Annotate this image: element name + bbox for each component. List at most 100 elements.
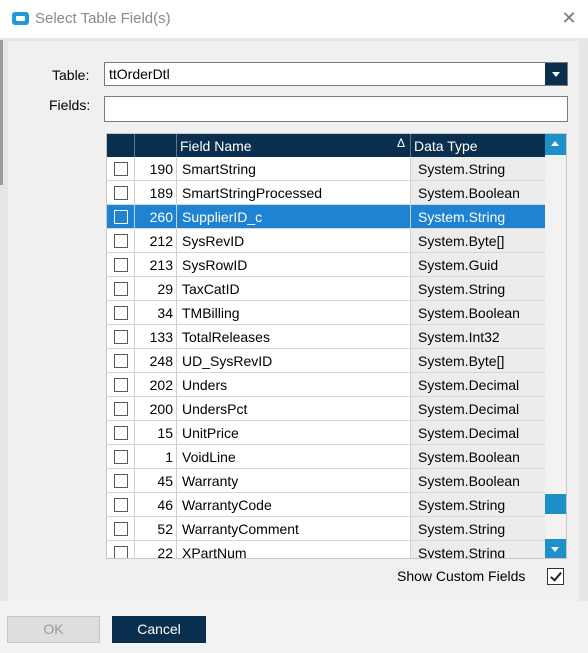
table-row[interactable]: 213 SysRowID System.Guid: [107, 253, 545, 277]
chevron-down-icon[interactable]: [545, 63, 567, 85]
close-icon[interactable]: ✕: [560, 8, 578, 28]
row-checkbox[interactable]: [114, 378, 128, 392]
row-field-name: Unders: [182, 377, 228, 393]
row-data-type: System.Boolean: [411, 301, 545, 325]
column-divider: [176, 157, 177, 181]
row-field-name: TMBilling: [182, 305, 240, 321]
grid-scrollbar[interactable]: [545, 134, 566, 558]
row-checkbox[interactable]: [114, 450, 128, 464]
row-field-number: 200: [149, 401, 173, 417]
table-row[interactable]: 212 SysRevID System.Byte[]: [107, 229, 545, 253]
table-row[interactable]: 133 TotalReleases System.Int32: [107, 325, 545, 349]
table-row[interactable]: 260 SupplierID_c System.String: [107, 205, 545, 229]
column-divider: [176, 277, 177, 301]
row-field-name: UD_SysRevID: [182, 353, 273, 369]
cancel-button[interactable]: Cancel: [112, 616, 206, 643]
table-row[interactable]: 189 SmartStringProcessed System.Boolean: [107, 181, 545, 205]
scroll-up-icon[interactable]: [545, 134, 566, 155]
column-divider: [176, 229, 177, 253]
table-row[interactable]: 1 VoidLine System.Boolean: [107, 445, 545, 469]
row-field-name: SmartString: [182, 161, 256, 177]
fields-label: Fields:: [49, 97, 91, 113]
title-bar: Select Table Field(s) ✕: [0, 0, 588, 38]
row-data-type: System.String: [411, 205, 545, 229]
row-checkbox[interactable]: [114, 162, 128, 176]
row-data-type: System.Int32: [411, 325, 545, 349]
table-row[interactable]: 45 Warranty System.Boolean: [107, 469, 545, 493]
row-field-number: 34: [157, 305, 173, 321]
row-checkbox[interactable]: [114, 234, 128, 248]
row-field-name: TotalReleases: [182, 329, 270, 345]
row-field-number: 15: [157, 425, 173, 441]
table-dropdown[interactable]: ttOrderDtl: [104, 62, 568, 86]
show-custom-fields-checkbox[interactable]: [547, 568, 564, 585]
table-row[interactable]: 190 SmartString System.String: [107, 157, 545, 181]
table-row[interactable]: 200 UndersPct System.Decimal: [107, 397, 545, 421]
field-grid: Field Name Δ Data Type 190 SmartString Sys…: [106, 133, 567, 559]
grid-header: Field Name Δ Data Type: [107, 134, 545, 157]
window-title: Select Table Field(s): [35, 10, 171, 27]
table-row[interactable]: 248 UD_SysRevID System.Byte[]: [107, 349, 545, 373]
row-data-type: System.Byte[]: [411, 349, 545, 373]
column-divider: [176, 469, 177, 493]
app-window-icon: [12, 12, 29, 25]
row-field-number: 190: [149, 161, 173, 177]
row-field-number: 248: [149, 353, 173, 369]
row-checkbox[interactable]: [114, 474, 128, 488]
row-checkbox[interactable]: [114, 546, 128, 558]
row-field-number: 213: [149, 257, 173, 273]
row-field-number: 133: [149, 329, 173, 345]
row-checkbox[interactable]: [114, 306, 128, 320]
column-divider: [176, 301, 177, 325]
row-field-name: VoidLine: [182, 449, 236, 465]
column-divider: [176, 397, 177, 421]
row-field-number: 52: [157, 521, 173, 537]
column-divider: [176, 205, 177, 229]
row-field-name: WarrantyCode: [182, 497, 272, 513]
row-checkbox[interactable]: [114, 522, 128, 536]
column-header-field-name[interactable]: Field Name: [180, 138, 252, 154]
sort-ascending-icon: Δ: [397, 136, 406, 150]
row-checkbox[interactable]: [114, 498, 128, 512]
column-divider: [176, 445, 177, 469]
row-field-number: 46: [157, 497, 173, 513]
row-data-type: System.Byte[]: [411, 229, 545, 253]
row-field-name: Warranty: [182, 473, 239, 489]
table-row[interactable]: 202 Unders System.Decimal: [107, 373, 545, 397]
row-field-name: SysRowID: [182, 257, 248, 273]
row-checkbox[interactable]: [114, 282, 128, 296]
row-field-name: TaxCatID: [182, 281, 240, 297]
table-row[interactable]: 29 TaxCatID System.String: [107, 277, 545, 301]
table-row[interactable]: 15 UnitPrice System.Decimal: [107, 421, 545, 445]
row-data-type: System.String: [411, 541, 545, 558]
left-edge-strip: [0, 40, 3, 185]
row-checkbox[interactable]: [114, 186, 128, 200]
table-row[interactable]: 34 TMBilling System.Boolean: [107, 301, 545, 325]
table-row[interactable]: 46 WarrantyCode System.String: [107, 493, 545, 517]
scroll-down-icon[interactable]: [545, 539, 566, 558]
row-field-name: UnitPrice: [182, 425, 239, 441]
row-field-number: 260: [149, 209, 173, 225]
row-checkbox[interactable]: [114, 354, 128, 368]
column-header-data-type[interactable]: Data Type: [414, 138, 478, 154]
row-checkbox[interactable]: [114, 426, 128, 440]
table-row[interactable]: 22 XPartNum System.String: [107, 541, 545, 558]
column-divider: [176, 253, 177, 277]
fields-input[interactable]: [104, 96, 568, 122]
row-checkbox[interactable]: [114, 210, 128, 224]
scroll-thumb[interactable]: [545, 494, 566, 514]
row-data-type: System.String: [411, 277, 545, 301]
ok-button[interactable]: OK: [7, 616, 100, 643]
row-checkbox[interactable]: [114, 258, 128, 272]
table-row[interactable]: 52 WarrantyComment System.String: [107, 517, 545, 541]
row-checkbox[interactable]: [114, 330, 128, 344]
column-divider: [176, 517, 177, 541]
row-checkbox[interactable]: [114, 402, 128, 416]
column-divider: [176, 541, 177, 558]
row-data-type: System.String: [411, 493, 545, 517]
row-field-number: 212: [149, 233, 173, 249]
row-data-type: System.Decimal: [411, 421, 545, 445]
row-data-type: System.Boolean: [411, 469, 545, 493]
header-separator: [134, 134, 135, 157]
row-field-name: SupplierID_c: [182, 209, 263, 225]
